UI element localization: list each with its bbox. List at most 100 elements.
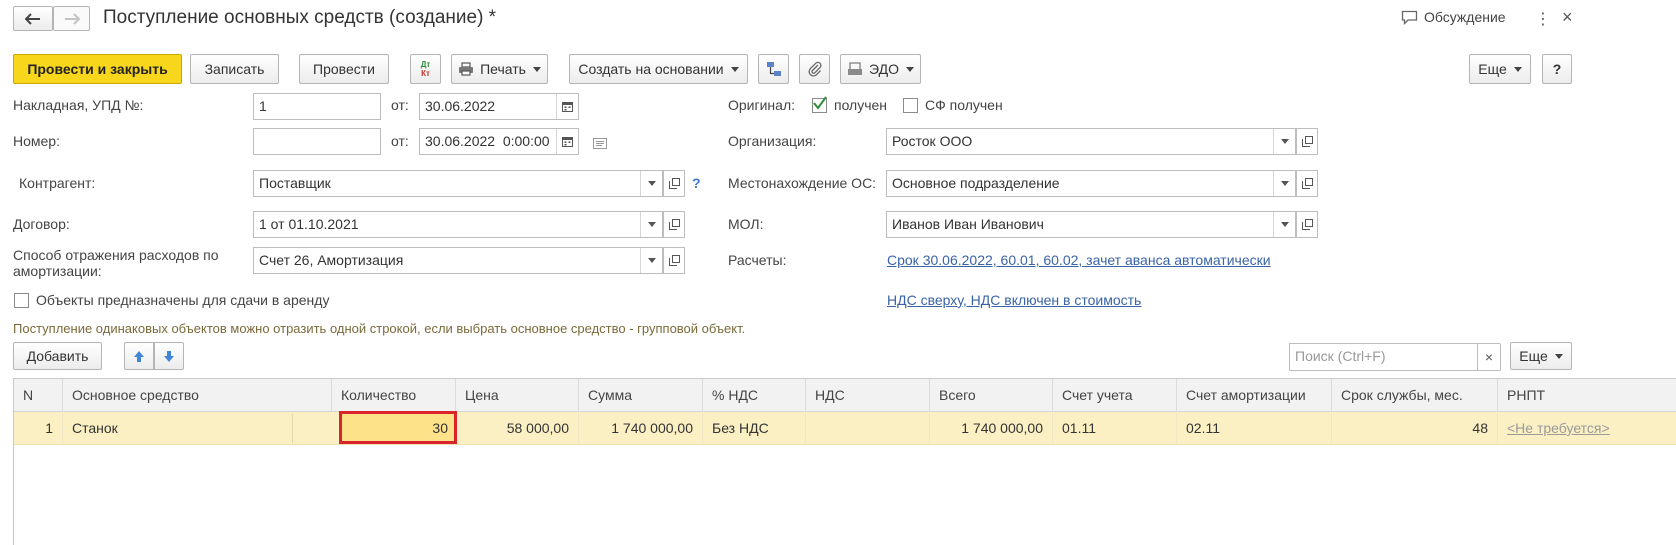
back-button[interactable] — [13, 6, 53, 31]
create-based-on-button[interactable]: Создать на основании — [569, 54, 748, 84]
number-date-field[interactable]: 30.06.2022 0:00:00 — [419, 128, 579, 155]
discussion-label: Обсуждение — [1424, 9, 1506, 25]
cell-qty[interactable]: 30 — [339, 411, 457, 444]
organization-field[interactable]: Росток ООО — [886, 128, 1296, 155]
dropdown-button[interactable] — [1273, 129, 1295, 154]
open-organization-button[interactable] — [1296, 128, 1318, 155]
received-checkbox[interactable] — [812, 96, 827, 113]
dt-kt-button[interactable]: Дт Кт — [410, 54, 441, 84]
open-depreciation-button[interactable] — [663, 247, 685, 274]
clear-search-button[interactable]: × — [1477, 343, 1501, 371]
mol-field[interactable]: Иванов Иван Иванович — [886, 211, 1296, 238]
dropdown-button[interactable] — [640, 248, 662, 273]
discussion-link[interactable]: Обсуждение — [1401, 9, 1506, 25]
invoice-number-field[interactable]: 1 — [253, 93, 381, 120]
number-label: Номер: — [13, 133, 60, 149]
move-down-button[interactable] — [154, 342, 184, 370]
print-label: Печать — [480, 61, 526, 77]
cell-vat[interactable] — [806, 413, 930, 444]
col-header-vat[interactable]: НДС — [806, 379, 930, 412]
hierarchy-icon — [766, 62, 781, 76]
open-window-icon — [668, 219, 680, 230]
chevron-down-icon — [730, 66, 739, 72]
post-and-close-button[interactable]: Провести и закрыть — [13, 54, 182, 84]
dropdown-button[interactable] — [640, 171, 662, 196]
move-up-button[interactable] — [124, 342, 154, 370]
contract-field[interactable]: 1 от 01.10.2021 — [253, 211, 663, 238]
forward-button[interactable] — [53, 6, 90, 31]
open-mol-button[interactable] — [1296, 211, 1318, 238]
open-window-icon — [1301, 219, 1313, 230]
col-header-life[interactable]: Срок службы, мес. — [1332, 379, 1498, 412]
open-window-icon — [668, 255, 680, 266]
chevron-down-icon — [647, 258, 656, 263]
close-icon[interactable]: × — [1562, 7, 1573, 28]
vat-link[interactable]: НДС сверху, НДС включен в стоимость — [887, 292, 1141, 308]
col-header-qty[interactable]: Количество — [332, 379, 456, 412]
open-location-button[interactable] — [1296, 170, 1318, 197]
contractor-help-icon[interactable]: ? — [692, 175, 701, 191]
depreciation-field[interactable]: Счет 26, Амортизация — [253, 247, 663, 274]
open-window-icon — [1301, 136, 1313, 147]
depreciation-label-line1: Способ отражения расходов по — [13, 247, 219, 263]
help-button[interactable]: ? — [1542, 54, 1572, 84]
cell-vat-rate[interactable]: Без НДС — [703, 413, 806, 444]
invoice-date-field[interactable]: 30.06.2022 — [419, 93, 579, 120]
calendar-button[interactable] — [556, 94, 578, 119]
dropdown-button[interactable] — [1273, 171, 1295, 196]
cell-rnpt[interactable]: <Не требуется> — [1498, 413, 1676, 444]
table-more-button[interactable]: Еще — [1510, 342, 1572, 370]
open-contract-button[interactable] — [663, 211, 685, 238]
dtkt-icon: Дт Кт — [420, 60, 431, 78]
sf-received-checkbox[interactable] — [903, 98, 918, 113]
edo-icon — [848, 62, 863, 75]
col-header-vat-rate[interactable]: % НДС — [703, 379, 806, 412]
print-button[interactable]: Печать — [451, 54, 548, 84]
dropdown-button[interactable] — [1273, 212, 1295, 237]
dropdown-button[interactable] — [640, 212, 662, 237]
cell-depr-account[interactable]: 02.11 — [1177, 413, 1332, 444]
cell-total[interactable]: 1 740 000,00 — [930, 413, 1053, 444]
add-row-button[interactable]: Добавить — [13, 342, 102, 370]
attachments-button[interactable] — [799, 54, 830, 84]
chevron-down-icon — [1554, 353, 1563, 359]
col-header-rnpt[interactable]: РНПТ — [1498, 379, 1676, 412]
cell-sum[interactable]: 1 740 000,00 — [579, 413, 703, 444]
col-header-sum[interactable]: Сумма — [579, 379, 703, 412]
rent-checkbox[interactable] — [14, 293, 29, 308]
contractor-field[interactable]: Поставщик — [253, 170, 663, 197]
organization-value: Росток ООО — [892, 133, 973, 149]
calendar-button[interactable] — [556, 129, 578, 154]
received-label: получен — [834, 97, 888, 113]
chevron-down-icon — [905, 66, 914, 72]
col-header-n[interactable]: N — [14, 379, 63, 412]
more-button[interactable]: Еще — [1469, 54, 1531, 84]
location-field[interactable]: Основное подразделение — [886, 170, 1296, 197]
edo-button[interactable]: ЭДО — [840, 54, 921, 84]
mol-label: МОЛ: — [728, 216, 764, 232]
create-based-on-label: Создать на основании — [578, 61, 724, 77]
structure-button[interactable] — [758, 54, 789, 84]
search-input[interactable]: Поиск (Ctrl+F) — [1289, 343, 1479, 371]
settlements-link[interactable]: Срок 30.06.2022, 60.01, 60.02, зачет ава… — [887, 252, 1271, 268]
col-header-price[interactable]: Цена — [456, 379, 579, 412]
open-contractor-button[interactable] — [663, 170, 685, 197]
number-field[interactable] — [253, 128, 381, 155]
col-header-total[interactable]: Всего — [930, 379, 1053, 412]
cell-divider — [292, 414, 293, 443]
cell-asset[interactable]: Станок — [63, 413, 293, 444]
comment-icon[interactable] — [593, 136, 607, 152]
calendar-icon — [562, 137, 573, 147]
cell-price[interactable]: 58 000,00 — [456, 413, 579, 444]
cell-life[interactable]: 48 — [1332, 413, 1498, 444]
col-header-account[interactable]: Счет учета — [1053, 379, 1177, 412]
more-actions-icon[interactable]: ⋮ — [1535, 9, 1551, 29]
post-button[interactable]: Провести — [299, 54, 389, 84]
chevron-down-icon — [532, 66, 541, 72]
col-header-asset[interactable]: Основное средство — [63, 379, 332, 412]
depreciation-value: Счет 26, Амортизация — [259, 252, 404, 268]
col-header-depr-account[interactable]: Счет амортизации — [1177, 379, 1332, 412]
cell-account[interactable]: 01.11 — [1053, 413, 1177, 444]
chevron-down-icon — [647, 181, 656, 186]
save-button[interactable]: Записать — [190, 54, 279, 84]
